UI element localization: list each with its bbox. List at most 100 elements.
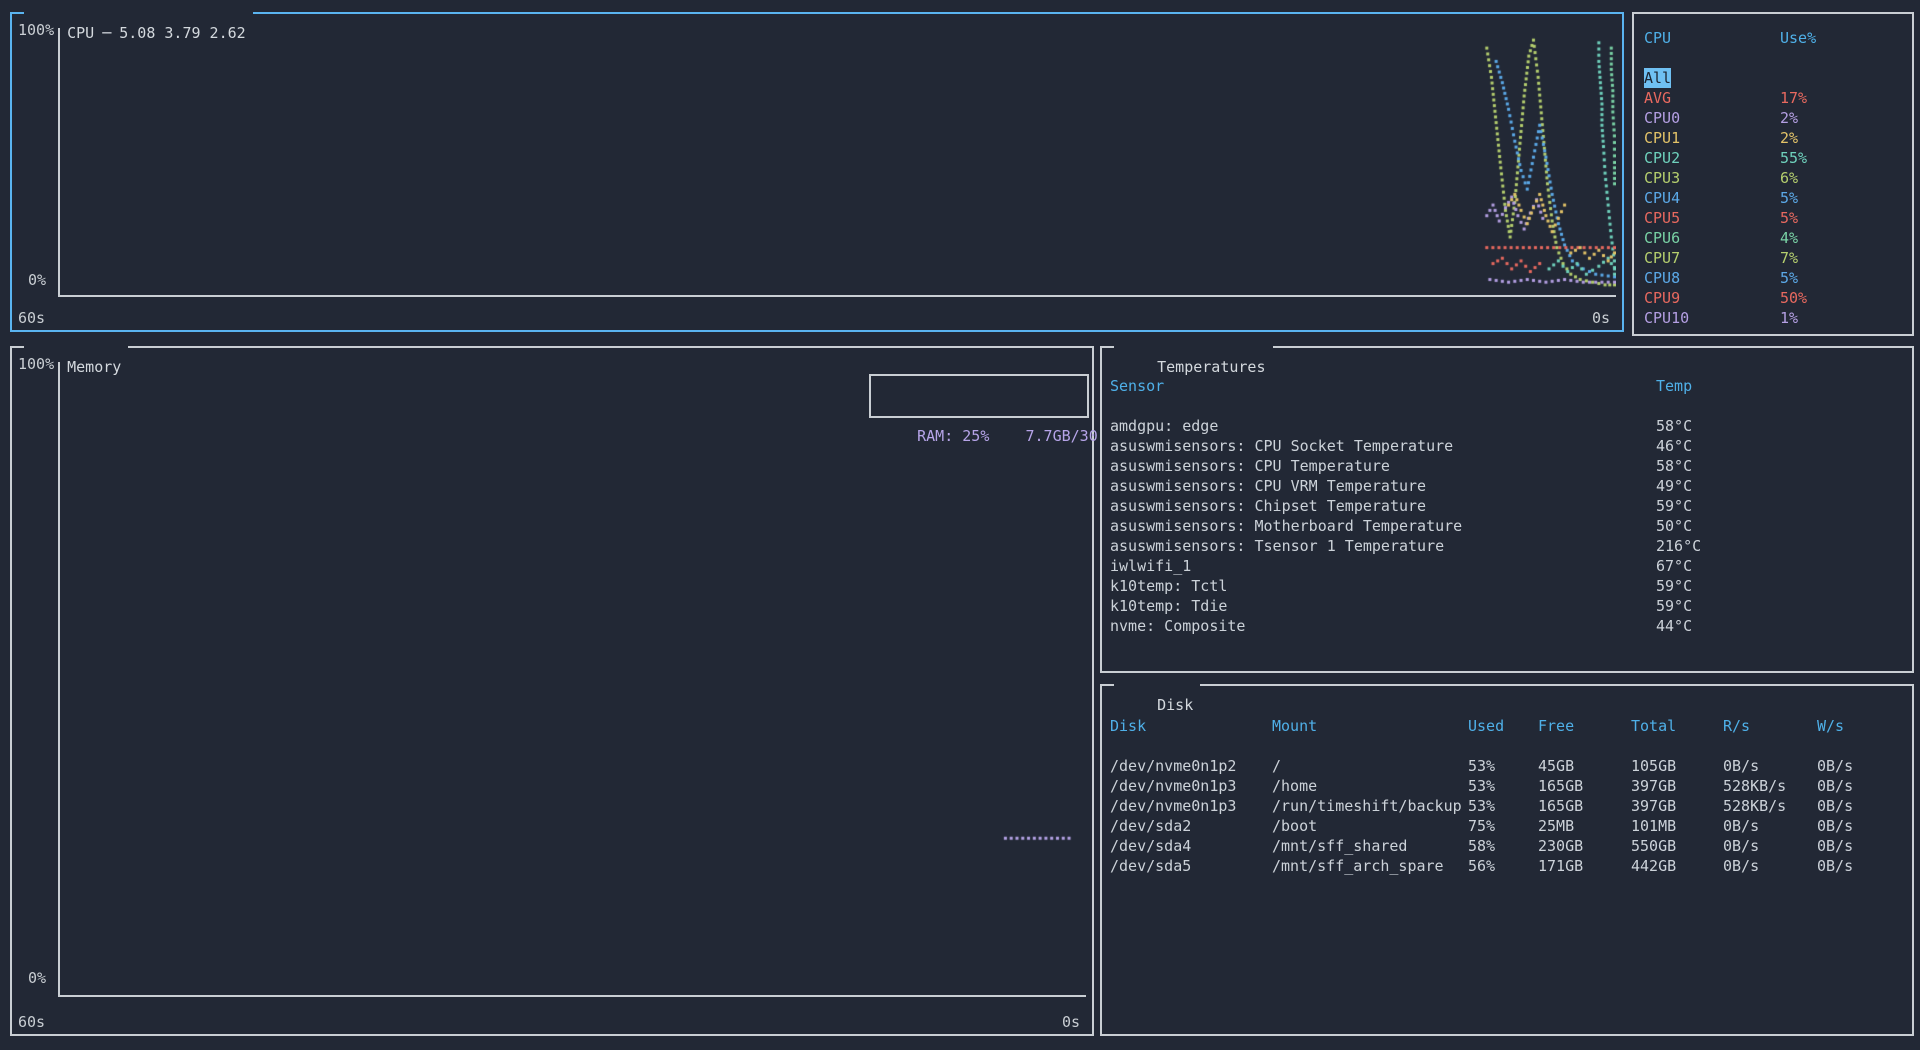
disk-header-total: Total: [1631, 716, 1723, 736]
disk-device: /dev/nvme0n1p3: [1110, 796, 1272, 816]
disk-read: 528KB/s: [1723, 776, 1817, 796]
cpu-core-usage: 2%: [1780, 108, 1798, 128]
disk-write: 0B/s: [1817, 816, 1912, 836]
cpu-list-row[interactable]: CPU6 4%: [1634, 228, 1912, 248]
temperature-row: iwlwifi_1 67°C: [1102, 556, 1912, 576]
cpu-list-row[interactable]: All: [1634, 68, 1912, 88]
cpu-x-left-label: 60s: [18, 310, 45, 326]
disk-free: 165GB: [1538, 776, 1631, 796]
disk-header-ws: W/s: [1817, 716, 1912, 736]
disk-free: 230GB: [1538, 836, 1631, 856]
cpu-panel[interactable]: CPU─5.08 3.79 2.62 100% 0% 60s 0s: [10, 12, 1624, 332]
cpu-x-axis: [58, 295, 1616, 297]
disk-header-mount: Mount: [1272, 716, 1468, 736]
disk-rows: /dev/nvme0n1p2 / 53% 45GB 105GB 0B/s 0B/…: [1102, 756, 1912, 876]
disk-total: 397GB: [1631, 776, 1723, 796]
cpu-list-header: CPU Use%: [1634, 28, 1912, 48]
cpu-list-row[interactable]: AVG 17%: [1634, 88, 1912, 108]
memory-panel[interactable]: Memory 100% 0% RAM: 25% 7.7GB/30.5GB 60s…: [10, 346, 1094, 1036]
cpu-core-usage: 2%: [1780, 128, 1798, 148]
disk-row: /dev/sda5 /mnt/sff_arch_spare 56% 171GB …: [1102, 856, 1912, 876]
cpu-list-row[interactable]: CPU2 55%: [1634, 148, 1912, 168]
disk-panel-title-label: Disk: [1157, 696, 1193, 714]
cpu-core-usage: 17%: [1780, 88, 1807, 108]
cpu-list-panel[interactable]: CPU Use% All AVG 17% CPU0 2% CPU1 2%: [1632, 12, 1914, 336]
disk-header: Disk Mount Used Free Total R/s W/s: [1102, 716, 1912, 736]
disk-device: /dev/sda5: [1110, 856, 1272, 876]
disk-write: 0B/s: [1817, 776, 1912, 796]
cpu-list-row[interactable]: CPU4 5%: [1634, 188, 1912, 208]
disk-free: 25MB: [1538, 816, 1631, 836]
disk-free: 45GB: [1538, 756, 1631, 776]
cpu-list-row[interactable]: CPU7 7%: [1634, 248, 1912, 268]
cpu-core-label: CPU2: [1644, 148, 1680, 168]
memory-y-max-label: 100%: [18, 356, 54, 372]
cpu-core-label: CPU7: [1644, 248, 1680, 268]
disk-write: 0B/s: [1817, 756, 1912, 776]
cpu-x-right-label: 0s: [1592, 310, 1610, 326]
cpu-list-row[interactable]: CPU10 1%: [1634, 308, 1912, 328]
disk-header-free: Free: [1538, 716, 1631, 736]
disk-mount: /boot: [1272, 816, 1468, 836]
cpu-core-label: AVG: [1644, 88, 1671, 108]
disk-row: /dev/nvme0n1p2 / 53% 45GB 105GB 0B/s 0B/…: [1102, 756, 1912, 776]
cpu-list-row[interactable]: CPU8 5%: [1634, 268, 1912, 288]
temperature-row: asuswmisensors: Tsensor 1 Temperature 21…: [1102, 536, 1912, 556]
system-monitor-screen: { "cpu_panel": { "title": "CPU", "separa…: [0, 0, 1920, 1050]
temperatures-rows: amdgpu: edge 58°C asuswmisensors: CPU So…: [1102, 416, 1912, 636]
sensor-name: iwlwifi_1: [1110, 556, 1656, 576]
disk-free: 165GB: [1538, 796, 1631, 816]
temperatures-panel-title-label: Temperatures: [1157, 358, 1265, 376]
temperatures-header: Sensor Temp: [1102, 376, 1912, 396]
temperatures-panel[interactable]: Temperatures Sensor Temp amdgpu: edge 58…: [1100, 346, 1914, 673]
sensor-name: asuswmisensors: CPU Temperature: [1110, 456, 1656, 476]
temperature-row: asuswmisensors: CPU Socket Temperature 4…: [1102, 436, 1912, 456]
disk-read: 0B/s: [1723, 856, 1817, 876]
disk-device: /dev/sda4: [1110, 836, 1272, 856]
sensor-temp: 59°C: [1656, 496, 1912, 516]
sensor-temp: 49°C: [1656, 476, 1912, 496]
sensor-temp: 216°C: [1656, 536, 1912, 556]
cpu-y-max-label: 100%: [18, 22, 54, 38]
disk-device: /dev/nvme0n1p3: [1110, 776, 1272, 796]
cpu-core-usage: 50%: [1780, 288, 1807, 308]
memory-x-right-label: 0s: [1062, 1014, 1080, 1030]
disk-row: /dev/sda4 /mnt/sff_shared 58% 230GB 550G…: [1102, 836, 1912, 856]
disk-read: 0B/s: [1723, 816, 1817, 836]
cpu-core-usage: 5%: [1780, 268, 1798, 288]
temperature-row: amdgpu: edge 58°C: [1102, 416, 1912, 436]
cpu-list-row[interactable]: CPU1 2%: [1634, 128, 1912, 148]
memory-x-left-label: 60s: [18, 1014, 45, 1030]
cpu-y-min-label: 0%: [28, 272, 46, 288]
cpu-list-row[interactable]: CPU0 2%: [1634, 108, 1912, 128]
disk-mount: /home: [1272, 776, 1468, 796]
disk-read: 528KB/s: [1723, 796, 1817, 816]
sensor-name: k10temp: Tctl: [1110, 576, 1656, 596]
cpu-core-label: CPU10: [1644, 308, 1689, 328]
cpu-list-row[interactable]: CPU3 6%: [1634, 168, 1912, 188]
disk-used: 53%: [1468, 776, 1538, 796]
cpu-core-usage: 4%: [1780, 228, 1798, 248]
disk-panel[interactable]: Disk Disk Mount Used Free Total R/s W/s …: [1100, 684, 1914, 1036]
disk-mount: /mnt/sff_arch_spare: [1272, 856, 1468, 876]
disk-row: /dev/nvme0n1p3 /home 53% 165GB 397GB 528…: [1102, 776, 1912, 796]
sensor-name: amdgpu: edge: [1110, 416, 1656, 436]
memory-usage-graph: [60, 362, 1086, 995]
cpu-core-label: CPU0: [1644, 108, 1680, 128]
disk-device: /dev/nvme0n1p2: [1110, 756, 1272, 776]
disk-total: 550GB: [1631, 836, 1723, 856]
cpu-list-row[interactable]: CPU9 50%: [1634, 288, 1912, 308]
disk-write: 0B/s: [1817, 796, 1912, 816]
sensor-name: nvme: Composite: [1110, 616, 1656, 636]
disk-row: /dev/nvme0n1p3 /run/timeshift/backup 53%…: [1102, 796, 1912, 816]
temperatures-header-temp: Temp: [1656, 376, 1912, 396]
disk-total: 105GB: [1631, 756, 1723, 776]
temperature-row: nvme: Composite 44°C: [1102, 616, 1912, 636]
memory-x-axis: [58, 995, 1086, 997]
sensor-temp: 46°C: [1656, 436, 1912, 456]
sensor-temp: 59°C: [1656, 576, 1912, 596]
disk-header-used: Used: [1468, 716, 1538, 736]
temperature-row: k10temp: Tdie 59°C: [1102, 596, 1912, 616]
cpu-list-row[interactable]: CPU5 5%: [1634, 208, 1912, 228]
cpu-core-usage: 5%: [1780, 188, 1798, 208]
